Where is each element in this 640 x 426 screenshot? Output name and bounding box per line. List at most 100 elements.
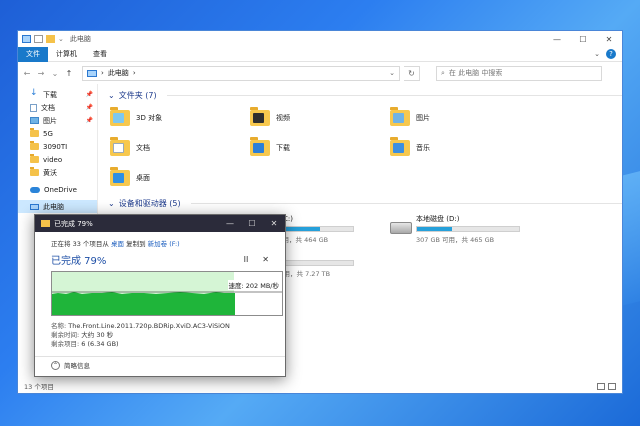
folder-pictures[interactable]: 图片 — [390, 106, 530, 130]
cancel-button[interactable]: ✕ — [262, 255, 269, 264]
breadcrumb-separator[interactable]: › — [101, 69, 104, 77]
window-title: 此电脑 — [69, 35, 91, 43]
large-icons-view-icon[interactable] — [608, 382, 616, 390]
downloads-folder-icon — [250, 137, 270, 156]
drive-usage-fill — [417, 227, 452, 231]
tab-view[interactable]: 查看 — [85, 47, 115, 62]
speed-curve — [52, 291, 282, 315]
computer-icon — [30, 203, 39, 210]
document-icon — [30, 103, 37, 112]
copy-description-middle: 复制到 — [126, 240, 146, 248]
sidebar-item-label: 5G — [43, 129, 53, 138]
tab-file[interactable]: 文件 — [18, 46, 48, 62]
sidebar-item-downloads[interactable]: 下载 📌 — [18, 88, 97, 101]
folder-icon — [30, 141, 39, 150]
sidebar-item-documents[interactable]: 文档 📌 — [18, 101, 97, 114]
chevron-up-icon[interactable]: ⌃ — [51, 360, 60, 370]
new-folder-icon[interactable] — [46, 35, 55, 43]
sidebar-item-label: 文档 — [41, 103, 55, 112]
dialog-title-bar: 已完成 79% — ☐ ✕ — [35, 215, 285, 232]
minimize-button[interactable]: — — [544, 31, 570, 47]
copy-icon — [41, 220, 50, 227]
tab-computer[interactable]: 计算机 — [48, 47, 85, 62]
quick-access-toolbar: ⌄ — [18, 35, 64, 43]
pause-button[interactable]: II — [244, 255, 249, 264]
folder-label: 桌面 — [136, 174, 150, 182]
sidebar-item-3090ti[interactable]: 3090TI — [18, 140, 97, 153]
dialog-maximize-button[interactable]: ☐ — [241, 219, 263, 228]
sidebar-item-onedrive[interactable]: OneDrive — [18, 183, 97, 196]
hard-drive-icon — [390, 222, 412, 234]
divider — [166, 94, 622, 96]
up-button[interactable]: ↑ — [64, 69, 74, 78]
customize-toolbar-icon[interactable]: ⌄ — [58, 35, 64, 43]
forward-button[interactable]: → — [36, 69, 46, 78]
time-remaining-row: 剩余时间: 大约 30 秒 — [51, 331, 269, 340]
sidebar-item-label: 3090TI — [43, 142, 68, 151]
time-remaining: 大约 30 秒 — [81, 331, 114, 339]
dialog-close-button[interactable]: ✕ — [263, 219, 285, 228]
folder-label: 3D 对象 — [136, 114, 163, 122]
drive-d[interactable]: 本地磁盘 (D:) 307 GB 可用，共 465 GB — [390, 214, 530, 244]
sidebar-item-5g[interactable]: 5G — [18, 127, 97, 140]
pin-icon: 📌 — [85, 91, 93, 98]
drive-info: 本地磁盘 (D:) 307 GB 可用，共 465 GB — [416, 214, 520, 244]
recent-locations-icon[interactable]: ⌄ — [50, 69, 60, 78]
speed-area — [52, 292, 235, 315]
sidebar-item-label: video — [43, 155, 63, 164]
fewer-details-toggle[interactable]: ⌃ 简略信息 — [51, 360, 90, 370]
sidebar-item-label: 下载 — [43, 90, 57, 99]
source-link[interactable]: 桌面 — [111, 240, 124, 248]
breadcrumb[interactable]: 此电脑 — [108, 68, 129, 78]
desktop-folder-icon — [110, 167, 130, 186]
copy-description: 正在将 33 个项目从 桌面 复制到 新加卷 (F:) — [51, 238, 269, 248]
dialog-body: 正在将 33 个项目从 桌面 复制到 新加卷 (F:) 已完成 79% II ✕… — [35, 232, 285, 349]
address-row: ← → ⌄ ↑ › 此电脑 › ⌄ ↻ ⌕ 在 此电脑 中搜索 — [18, 62, 622, 84]
breadcrumb-separator[interactable]: › — [133, 69, 136, 77]
sidebar-item-video[interactable]: video — [18, 153, 97, 166]
copy-progress-dialog: 已完成 79% — ☐ ✕ 正在将 33 个项目从 桌面 复制到 新加卷 (F:… — [34, 214, 286, 377]
folder-label: 下载 — [276, 144, 290, 152]
file-name: The.Front.Line.2011.720p.BDRip.XviD.AC3-… — [68, 322, 230, 330]
folders-group-header[interactable]: ⌄ 文件夹 (7) — [108, 88, 622, 102]
search-input[interactable]: ⌕ 在 此电脑 中搜索 — [436, 65, 602, 81]
chevron-down-icon[interactable]: ⌄ — [108, 91, 115, 100]
sidebar-item-label: OneDrive — [44, 185, 77, 194]
pin-icon: 📌 — [85, 117, 93, 124]
maximize-button[interactable]: ☐ — [570, 31, 596, 47]
view-switcher — [597, 382, 622, 390]
sidebar-item-huangwo[interactable]: 黄沃 — [18, 166, 97, 179]
drive-free-space: 307 GB 可用，共 465 GB — [416, 236, 495, 244]
folder-label: 文档 — [136, 144, 150, 152]
folder-videos[interactable]: 视频 — [250, 106, 390, 130]
help-icon[interactable]: ? — [606, 49, 616, 59]
search-placeholder: 在 此电脑 中搜索 — [448, 69, 503, 77]
close-button[interactable]: ✕ — [596, 31, 622, 47]
properties-icon[interactable] — [34, 35, 43, 43]
music-folder-icon — [390, 137, 410, 156]
refresh-button[interactable]: ↻ — [404, 65, 420, 81]
folder-desktop[interactable]: 桌面 — [110, 166, 250, 190]
pictures-folder-icon — [390, 107, 410, 126]
3d-objects-folder-icon — [110, 107, 130, 126]
folder-documents[interactable]: 文档 — [110, 136, 250, 160]
destination-link[interactable]: 新加卷 (F:) — [148, 240, 180, 248]
sidebar-item-this-pc[interactable]: 此电脑 — [18, 200, 97, 213]
group-title: 设备和驱动器 (5) — [118, 198, 181, 208]
folder-3d-objects[interactable]: 3D 对象 — [110, 106, 250, 130]
expand-ribbon-icon[interactable]: ⌄ — [594, 50, 606, 58]
address-dropdown-icon[interactable]: ⌄ — [389, 69, 395, 77]
details-view-icon[interactable] — [597, 382, 605, 390]
folder-label: 视频 — [276, 114, 290, 122]
dialog-minimize-button[interactable]: — — [219, 219, 241, 228]
folder-music[interactable]: 音乐 — [390, 136, 530, 160]
copy-description-prefix: 正在将 33 个项目从 — [51, 240, 109, 248]
sidebar-item-label: 黄沃 — [43, 168, 57, 177]
drives-group-header[interactable]: ⌄ 设备和驱动器 (5) — [108, 196, 622, 210]
chevron-down-icon[interactable]: ⌄ — [108, 199, 115, 208]
address-bar[interactable]: › 此电脑 › ⌄ — [82, 65, 400, 81]
back-button[interactable]: ← — [22, 69, 32, 78]
documents-folder-icon — [110, 137, 130, 156]
sidebar-item-pictures[interactable]: 图片 📌 — [18, 114, 97, 127]
folder-downloads[interactable]: 下载 — [250, 136, 390, 160]
